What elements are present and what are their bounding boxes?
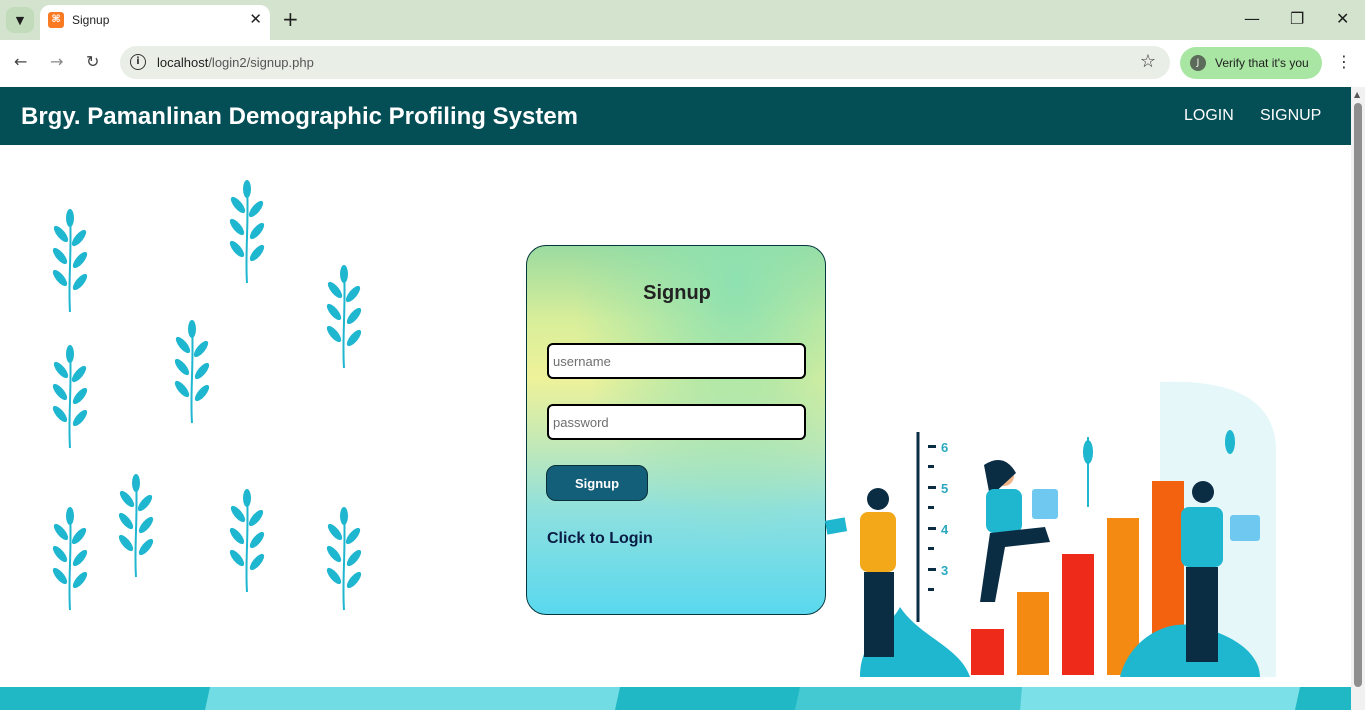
leaf-icon [49,208,91,313]
signup-card: Signup Signup Click to Login [526,245,826,615]
signup-title: Signup [643,282,711,304]
site-brand: Brgy. Pamanlinan Demographic Profiling S… [21,103,579,130]
site-header: Brgy. Pamanlinan Demographic Profiling S… [0,87,1351,145]
password-input[interactable] [547,404,806,440]
axis-tick-label: 5 [941,481,948,496]
leaf-icon [49,344,91,449]
page-content: Brgy. Pamanlinan Demographic Profiling S… [0,87,1351,710]
tab-search-icon[interactable]: ▼ [6,7,34,33]
browser-toolbar: ← → ↻ i localhost/login2/signup.php ☆ J … [0,40,1365,87]
tab-title: Signup [72,13,110,27]
star-icon[interactable]: ☆ [1140,51,1156,72]
growth-illustration: 6 5 4 3 [824,381,1277,677]
leaf-icon [171,319,213,424]
avatar: J [1190,55,1206,71]
scrollbar-thumb[interactable] [1354,103,1362,687]
info-icon[interactable]: i [130,54,146,70]
favicon-icon: ⌘ [48,12,64,28]
nav-login-link[interactable]: LOGIN [1184,107,1234,125]
leaf-icon [49,506,91,611]
new-tab-button[interactable]: + [282,7,299,31]
reload-icon[interactable]: ↻ [86,52,99,71]
axis-tick-label: 6 [941,440,948,455]
signup-button[interactable]: Signup [546,465,648,501]
address-bar[interactable]: i localhost/login2/signup.php ☆ [120,46,1170,79]
bar [1017,592,1049,675]
verify-identity-button[interactable]: J Verify that it's you [1180,47,1322,79]
footer-band [0,687,1351,710]
menu-dots-icon[interactable]: ⋮ [1336,52,1352,71]
leaf-pattern [49,179,365,611]
close-icon[interactable]: ✕ [249,10,262,28]
browser-tab[interactable]: ⌘ Signup ✕ [40,5,270,40]
page-scrollbar[interactable]: ▲ [1351,87,1365,710]
verify-text: Verify that it's you [1215,56,1309,70]
username-input[interactable] [547,343,806,379]
leaf-icon [115,473,157,578]
leaf-icon [226,488,268,593]
leaf-icon [323,506,365,611]
scroll-up-icon[interactable]: ▲ [1354,90,1360,99]
back-icon[interactable]: ← [14,52,27,71]
restore-icon[interactable]: ❐ [1290,9,1304,28]
minimize-icon[interactable]: — [1244,9,1260,28]
leaf-icon [226,179,268,284]
forward-icon[interactable]: → [50,52,63,71]
bar [1062,554,1094,675]
axis-tick-label: 4 [941,522,949,537]
axis-tick-label: 3 [941,563,948,578]
url-text[interactable]: localhost/login2/signup.php [157,55,314,70]
nav-signup-link[interactable]: SIGNUP [1260,107,1321,125]
bar [971,629,1004,675]
browser-tab-bar: ▼ ⌘ Signup ✕ + — ❐ ✕ [0,0,1365,40]
window-close-icon[interactable]: ✕ [1336,9,1349,28]
leaf-icon [323,264,365,369]
login-link[interactable]: Click to Login [547,530,653,548]
